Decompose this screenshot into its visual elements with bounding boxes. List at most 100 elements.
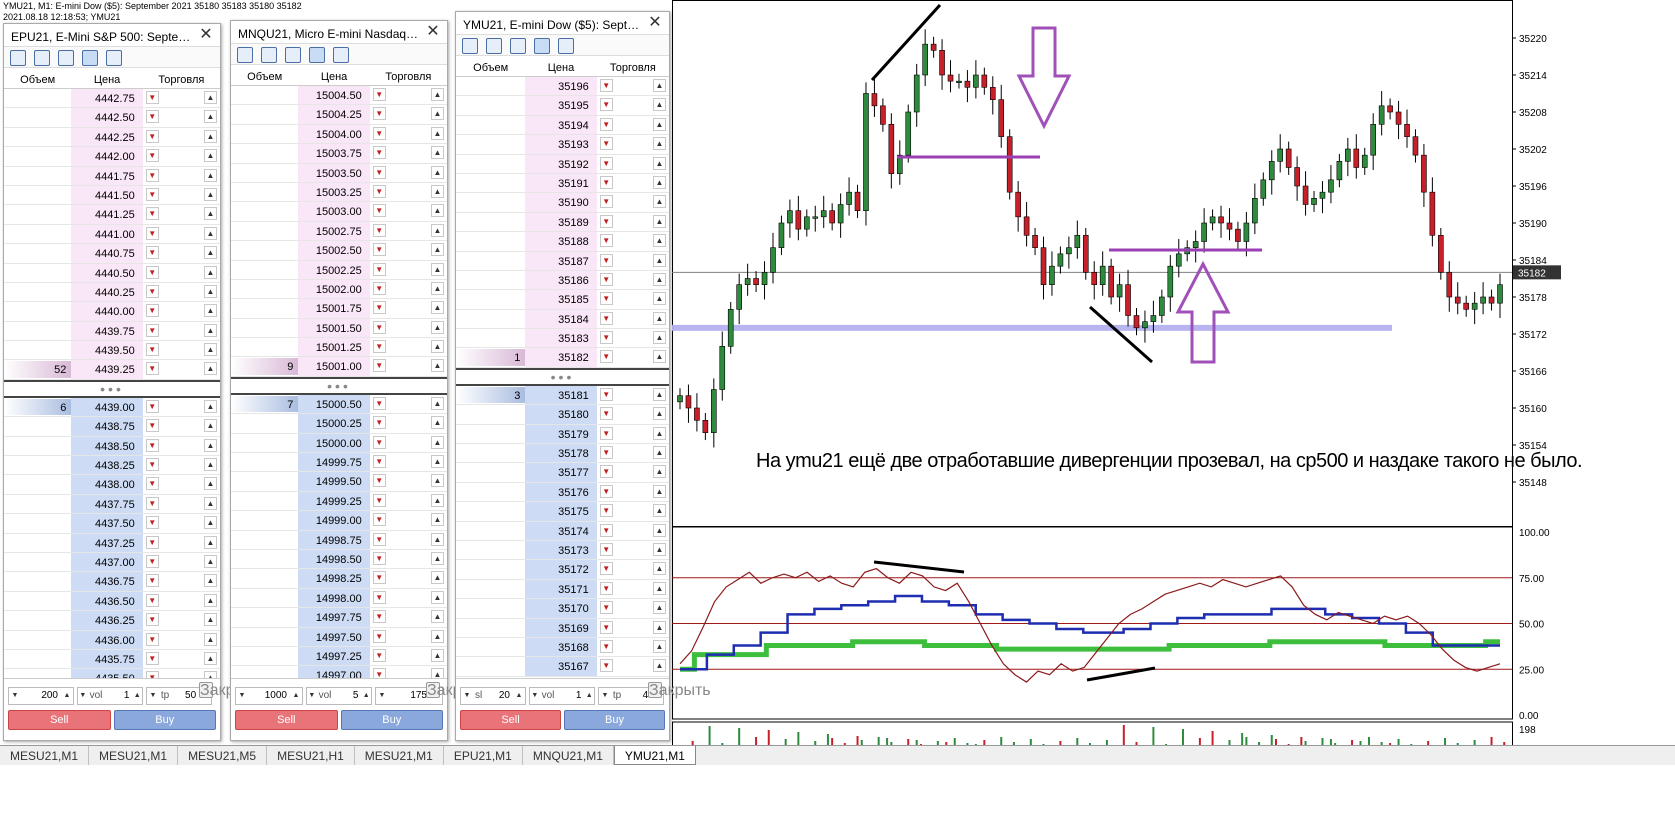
dom-row[interactable]: 14998.75 ▼ ▲: [231, 530, 447, 550]
dom-price[interactable]: 4435.75: [71, 649, 143, 669]
chevron-up-icon[interactable]: ▲: [431, 416, 444, 430]
order-dropdown-icon[interactable]: ▼: [372, 493, 386, 507]
order-dropdown-icon[interactable]: ▼: [372, 610, 386, 624]
dom-price[interactable]: 35182: [525, 348, 597, 367]
qty-stepper-value[interactable]: 200: [21, 688, 61, 704]
dom-price[interactable]: 4437.75: [71, 494, 143, 514]
dom-row[interactable]: 15002.25 ▼ ▲: [231, 260, 447, 280]
chevron-up-icon[interactable]: ▲: [361, 688, 371, 704]
dom-title-bar[interactable]: MNQU21, Micro E-mini Nasdaq-1...: [231, 21, 447, 43]
chevron-down-icon[interactable]: ▼: [236, 688, 248, 704]
dom-price[interactable]: 35186: [525, 270, 597, 290]
dom-price[interactable]: 35191: [525, 173, 597, 193]
dom-price[interactable]: 15003.50: [298, 163, 370, 182]
order-dropdown-icon[interactable]: ▼: [599, 214, 613, 228]
chevron-up-icon[interactable]: ▲: [204, 496, 217, 510]
order-dropdown-icon[interactable]: ▼: [599, 484, 613, 498]
order-dropdown-icon[interactable]: ▼: [599, 292, 613, 306]
chevron-up-icon[interactable]: ▲: [204, 284, 217, 298]
chevron-up-icon[interactable]: ▲: [653, 601, 666, 615]
order-dropdown-icon[interactable]: ▼: [599, 117, 613, 131]
dom-price[interactable]: 15004.00: [298, 124, 370, 144]
dom-price[interactable]: 35193: [525, 135, 597, 154]
dom-price[interactable]: 14998.75: [298, 530, 370, 549]
order-dropdown-icon[interactable]: ▼: [145, 458, 159, 472]
chevron-down-icon[interactable]: ▼: [461, 688, 473, 704]
chevron-down-icon[interactable]: ▼: [530, 688, 540, 704]
dom-row[interactable]: 35177 ▼ ▲: [456, 463, 669, 483]
order-dropdown-icon[interactable]: ▼: [599, 523, 613, 537]
dom-price[interactable]: 35176: [525, 482, 597, 502]
settings-icon[interactable]: [261, 47, 277, 63]
chevron-up-icon[interactable]: ▲: [204, 187, 217, 201]
chevron-up-icon[interactable]: ▲: [431, 435, 444, 449]
order-dropdown-icon[interactable]: ▼: [599, 504, 613, 518]
chevron-up-icon[interactable]: ▲: [431, 493, 444, 507]
chevron-up-icon[interactable]: ▲: [653, 253, 666, 267]
order-dropdown-icon[interactable]: ▼: [599, 581, 613, 595]
chevron-up-icon[interactable]: ▲: [431, 281, 444, 295]
dom-row[interactable]: 35185 ▼ ▲: [456, 290, 669, 310]
order-dropdown-icon[interactable]: ▼: [145, 187, 159, 201]
chevron-up-icon[interactable]: ▲: [204, 613, 217, 627]
dom-price[interactable]: 15002.75: [298, 221, 370, 241]
chevron-up-icon[interactable]: ▲: [204, 399, 217, 413]
chevron-up-icon[interactable]: ▲: [584, 688, 594, 704]
order-dropdown-icon[interactable]: ▼: [599, 195, 613, 209]
dom-price[interactable]: 4436.50: [71, 591, 143, 611]
dom-row[interactable]: 14998.25 ▼ ▲: [231, 569, 447, 589]
chevron-up-icon[interactable]: ▲: [61, 688, 73, 704]
dom-price[interactable]: 35188: [525, 232, 597, 251]
chevron-up-icon[interactable]: ▲: [431, 223, 444, 237]
tab-7[interactable]: YMU21,M1: [613, 746, 696, 765]
dom-row[interactable]: 15001.25 ▼ ▲: [231, 338, 447, 358]
sell-button[interactable]: Sell: [235, 710, 338, 730]
dom-row[interactable]: 3 35181 ▼ ▲: [456, 385, 669, 406]
dom-price[interactable]: 4440.75: [71, 244, 143, 263]
dom-row[interactable]: 15003.50 ▼ ▲: [231, 163, 447, 183]
dom-row[interactable]: 4442.00 ▼ ▲: [4, 147, 220, 167]
chevron-up-icon[interactable]: ▲: [653, 581, 666, 595]
chevron-up-icon[interactable]: ▲: [653, 523, 666, 537]
dom-row[interactable]: 35193 ▼ ▲: [456, 135, 669, 155]
chevron-up-icon[interactable]: ▲: [431, 301, 444, 315]
order-dropdown-icon[interactable]: ▼: [372, 629, 386, 643]
dom-price[interactable]: 4438.75: [71, 417, 143, 436]
settings-icon[interactable]: [34, 50, 50, 66]
dom-price[interactable]: 35179: [525, 424, 597, 444]
tab-1[interactable]: MESU21,M1: [89, 746, 179, 765]
dom-price[interactable]: 35185: [525, 290, 597, 309]
order-dropdown-icon[interactable]: ▼: [145, 477, 159, 491]
close-icon[interactable]: ✕: [199, 27, 213, 43]
order-dropdown-icon[interactable]: ▼: [599, 387, 613, 401]
dom-row[interactable]: 15002.00 ▼ ▲: [231, 279, 447, 300]
dom-price[interactable]: 15002.50: [298, 241, 370, 260]
dom-row[interactable]: 35172 ▼ ▲: [456, 560, 669, 580]
dom-row[interactable]: 15001.75 ▼ ▲: [231, 299, 447, 319]
chevron-up-icon[interactable]: ▲: [653, 504, 666, 518]
chevron-up-icon[interactable]: ▲: [204, 458, 217, 472]
dom-row[interactable]: 15003.00 ▼ ▲: [231, 202, 447, 222]
chevron-up-icon[interactable]: ▲: [653, 620, 666, 634]
dom-row[interactable]: 35189 ▼ ▲: [456, 212, 669, 233]
order-dropdown-icon[interactable]: ▼: [372, 648, 386, 662]
chevron-up-icon[interactable]: ▲: [204, 632, 217, 646]
order-dropdown-icon[interactable]: ▼: [599, 639, 613, 653]
order-dropdown-icon[interactable]: ▼: [145, 651, 159, 665]
order-dropdown-icon[interactable]: ▼: [599, 542, 613, 556]
dom-row[interactable]: 35186 ▼ ▲: [456, 270, 669, 291]
dom-price[interactable]: 15001.50: [298, 318, 370, 338]
order-dropdown-icon[interactable]: ▼: [599, 601, 613, 615]
chevron-up-icon[interactable]: ▲: [431, 184, 444, 198]
chevron-up-icon[interactable]: ▲: [431, 648, 444, 662]
chevron-up-icon[interactable]: ▲: [431, 571, 444, 585]
chevron-up-icon[interactable]: ▲: [431, 532, 444, 546]
order-dropdown-icon[interactable]: ▼: [145, 129, 159, 143]
order-dropdown-icon[interactable]: ▼: [145, 593, 159, 607]
chart-icon[interactable]: [237, 47, 253, 63]
qty-stepper[interactable]: ▼ 200 ▲: [8, 687, 74, 705]
dom-row[interactable]: 4437.75 ▼ ▲: [4, 494, 220, 515]
dom-price[interactable]: 4441.50: [71, 185, 143, 205]
order-dropdown-icon[interactable]: ▼: [372, 340, 386, 354]
qty-stepper-value[interactable]: 20: [484, 688, 513, 704]
